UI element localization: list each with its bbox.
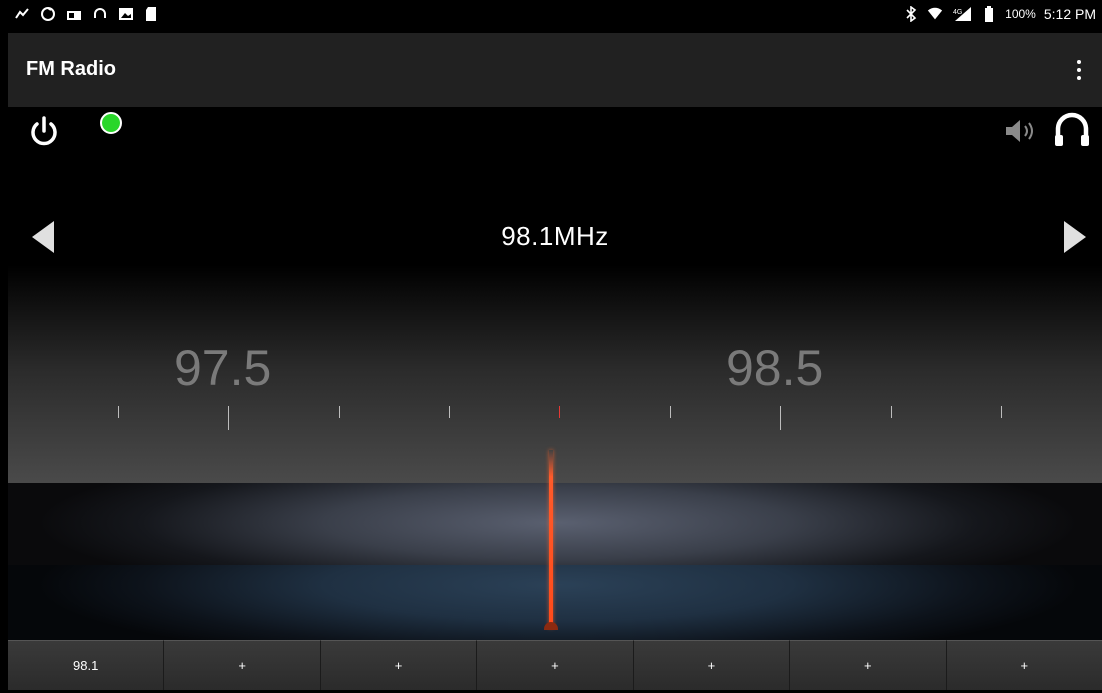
preset-slot-4[interactable]: + — [477, 640, 634, 690]
preset-slot-1[interactable]: 98.1 — [8, 640, 165, 690]
wifi-icon — [927, 6, 943, 22]
preset-slot-3[interactable]: + — [320, 640, 478, 690]
headphones-icon[interactable] — [1053, 111, 1091, 147]
scale-tick — [449, 406, 450, 418]
app-bar: FM Radio — [8, 33, 1102, 107]
tuning-needle-base — [544, 622, 558, 630]
power-icon[interactable] — [28, 115, 60, 149]
frame — [0, 0, 8, 693]
preset-slot-6[interactable]: + — [790, 640, 947, 690]
image-icon — [118, 6, 134, 22]
notification-icons — [14, 6, 160, 22]
clock: 5:12 PM — [1043, 6, 1096, 22]
headset-notify-icon — [92, 6, 108, 22]
speaker-icon[interactable] — [1004, 117, 1040, 145]
scale-tick — [670, 406, 671, 418]
scale-tick — [891, 406, 892, 418]
tuning-needle[interactable] — [549, 450, 553, 628]
battery-icon — [981, 6, 997, 22]
sync-icon — [40, 6, 56, 22]
overflow-menu-icon[interactable] — [1066, 53, 1092, 87]
battery-percent: 100% — [1005, 7, 1036, 21]
scale-tick — [780, 406, 781, 430]
next-arrow-icon[interactable] — [1062, 219, 1088, 255]
preset-slot-2[interactable]: + — [164, 640, 321, 690]
system-icons: 4G 100% 5:12 PM — [903, 6, 1096, 22]
signal-icon: 4G — [951, 6, 973, 22]
current-frequency: 98.1MHz — [501, 221, 609, 251]
app-title: FM Radio — [26, 58, 116, 80]
scale-tick — [228, 406, 229, 430]
tuner-panel: 98.1MHz 97.5 98.5 — [8, 107, 1102, 483]
tuner-band-upper — [8, 483, 1102, 565]
svg-text:4G: 4G — [953, 9, 962, 16]
scale-tick-current — [559, 406, 560, 418]
sd-card-icon — [144, 6, 160, 22]
missed-call-icon — [14, 6, 30, 22]
scale-tick — [118, 406, 119, 418]
preset-slot-5[interactable]: + — [633, 640, 791, 690]
scale-label: 97.5 — [174, 340, 272, 396]
status-bar: 4G 100% 5:12 PM — [8, 0, 1102, 33]
scale-tick — [339, 406, 340, 418]
radio-status-indicator — [100, 112, 122, 134]
scale-tick — [1001, 406, 1002, 418]
tuner-band[interactable] — [8, 483, 1102, 640]
preset-slot-7[interactable]: + — [946, 640, 1102, 690]
scale-label: 98.5 — [726, 340, 824, 396]
preset-bar: 98.1 + + + + + + — [8, 640, 1102, 690]
radio-icon — [66, 6, 82, 22]
bluetooth-icon — [903, 6, 919, 22]
